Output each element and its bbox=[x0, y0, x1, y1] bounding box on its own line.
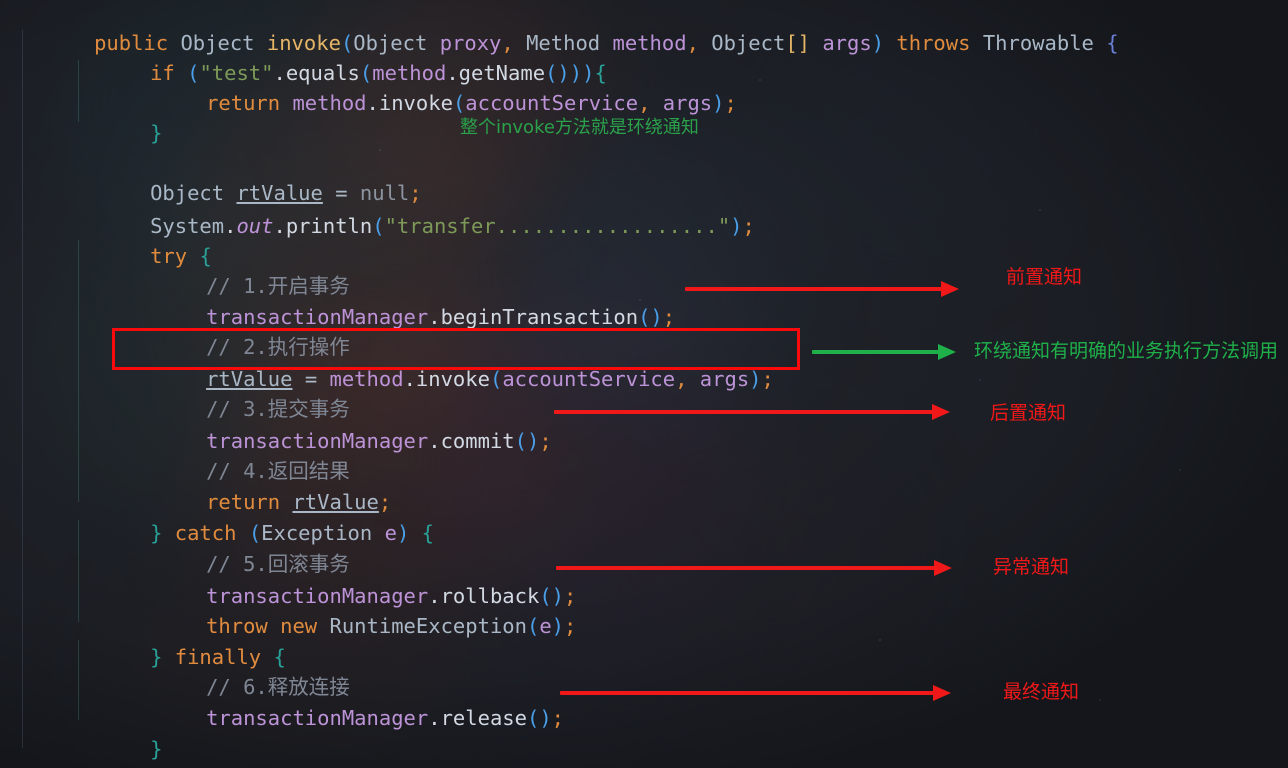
code-line-23: transactionManager.release(); bbox=[206, 706, 565, 730]
editor-screenshot: public Object invoke(Object proxy, Metho… bbox=[0, 0, 1288, 768]
callout-label-after-finally: 最终通知 bbox=[1003, 681, 1080, 703]
code-line-25: } bbox=[20, 734, 106, 768]
highlight-box-around-invoke bbox=[112, 328, 800, 370]
callout-label-around-advice: 环绕通知有明确的业务执行方法调用 bbox=[974, 340, 1279, 362]
inline-comment-around-advice: 整个invoke方法就是环绕通知 bbox=[460, 117, 699, 138]
callout-label-after-returning: 后置通知 bbox=[990, 402, 1067, 424]
callout-label-after-throwing: 异常通知 bbox=[993, 556, 1070, 578]
callout-label-before-advice: 前置通知 bbox=[1006, 266, 1083, 288]
